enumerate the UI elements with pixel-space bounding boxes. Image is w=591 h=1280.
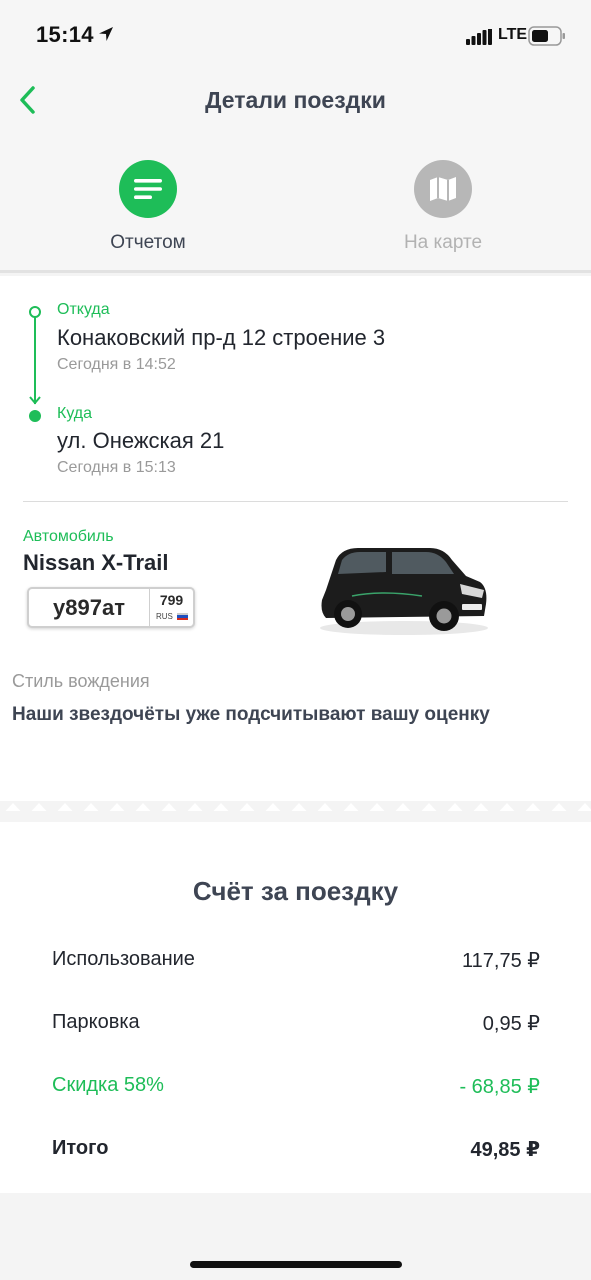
network-type: LTE (498, 26, 528, 43)
bill-item-name: Скидка 58% (52, 1074, 164, 1096)
tab-map-label: На карте (403, 232, 483, 253)
plate-number: у897ат (53, 595, 125, 620)
to-address: ул. Онежская 21 (57, 428, 225, 453)
car-model: Nissan X-Trail (23, 550, 169, 575)
driving-style-label: Стиль вождения (12, 671, 150, 691)
status-time: 15:14 (36, 22, 94, 47)
receipt-edge (0, 801, 591, 817)
bill-item-name: Итого (52, 1137, 109, 1159)
bill-row-parking: Парковка 0,95 ₽ (52, 1011, 540, 1041)
view-switcher: Отчетом На карте (0, 130, 591, 273)
tab-report-circle (119, 160, 177, 218)
status-bar: 15:14 LTE (0, 0, 591, 70)
from-address: Конаковский пр-д 12 строение 3 (57, 325, 386, 350)
tab-map[interactable]: На карте (343, 160, 543, 254)
from-time: Сегодня в 14:52 (57, 356, 176, 373)
car-label: Автомобиль (23, 528, 114, 545)
route-start-marker (29, 306, 41, 318)
bill-item-value: 117,75 ₽ (462, 950, 540, 972)
bill-item-name: Использование (52, 948, 195, 970)
to-label: Куда (57, 405, 93, 422)
plate-country: RUS (156, 612, 173, 621)
license-plate: у897ат 799 RUS (27, 587, 195, 628)
russian-flag-icon (177, 613, 188, 620)
list-icon (134, 179, 162, 199)
bill-item-value: - 68,85 ₽ (459, 1076, 540, 1098)
battery-icon (528, 26, 565, 46)
arrow-down-icon (29, 396, 41, 405)
route-line (34, 315, 36, 404)
to-time: Сегодня в 15:13 (57, 459, 176, 476)
driving-style-text: Наши звездочёты уже подсчитывают вашу оц… (12, 704, 490, 725)
trip-bill: Счёт за поездку Использование 117,75 ₽ П… (0, 822, 591, 1193)
tab-report-label: Отчетом (110, 232, 186, 253)
nav-bar: Детали поездки (0, 70, 591, 130)
bill-title: Счёт за поездку (192, 876, 399, 906)
plate-region: 799 (159, 592, 184, 608)
divider (23, 501, 568, 502)
signal-icon (466, 29, 492, 45)
page-title: Детали поездки (205, 87, 386, 113)
bill-item-value: 0,95 ₽ (482, 1013, 540, 1035)
bill-row-usage: Использование 117,75 ₽ (52, 948, 540, 978)
car-image (320, 548, 488, 635)
bill-item-value: 49,85 ₽ (470, 1139, 540, 1161)
home-indicator[interactable] (190, 1261, 402, 1268)
trip-details: Откуда Конаковский пр-д 12 строение 3 Се… (0, 276, 591, 811)
from-label: Откуда (57, 301, 110, 318)
tab-map-circle (414, 160, 472, 218)
bill-row-total: Итого 49,85 ₽ (52, 1137, 540, 1167)
bill-item-name: Парковка (52, 1011, 140, 1033)
tab-report[interactable]: Отчетом (48, 160, 248, 254)
location-arrow-icon (99, 27, 113, 41)
bill-row-discount: Скидка 58% - 68,85 ₽ (52, 1074, 540, 1104)
map-icon (430, 177, 456, 201)
route-end-marker (29, 410, 41, 422)
